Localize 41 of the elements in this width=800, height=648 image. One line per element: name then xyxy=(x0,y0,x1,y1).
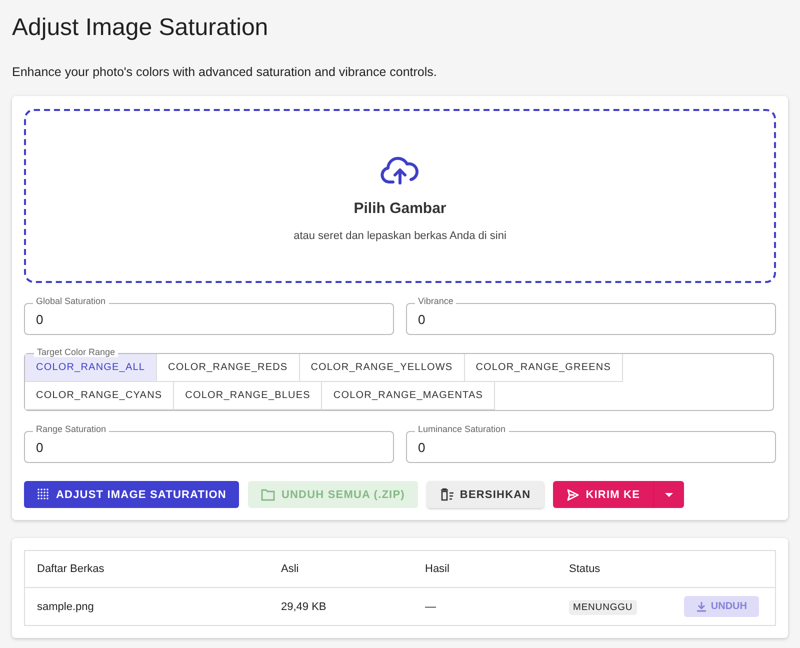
send-icon xyxy=(566,488,580,502)
download-icon xyxy=(696,601,707,612)
grid-icon xyxy=(37,488,50,501)
upload-dropzone[interactable]: Pilih Gambar atau seret dan lepaskan berkas Anda di sini xyxy=(24,109,776,283)
adjust-button[interactable]: ADJUST IMAGE SATURATION xyxy=(24,481,240,508)
size-cell: 29,49 KB xyxy=(269,588,413,626)
file-name-cell: sample.png xyxy=(24,588,269,626)
clear-button[interactable]: BERSIHKAN xyxy=(426,481,544,508)
cloud-upload-icon xyxy=(380,156,420,186)
field-value: 0 xyxy=(418,312,764,326)
field-label: Luminance Saturation xyxy=(415,424,509,434)
field-label: Vibrance xyxy=(415,296,456,306)
field-label: Range Saturation xyxy=(33,424,110,434)
range-toggle[interactable]: COLOR_RANGE_GREENS xyxy=(464,354,623,382)
range-toggle[interactable]: COLOR_RANGE_BLUES xyxy=(174,382,322,410)
dropzone-title: Pilih Gambar xyxy=(354,200,446,217)
page-description: Enhance your photo's colors with advanced saturation and vibrance controls. xyxy=(12,65,438,79)
dropzone-hint: atau seret dan lepaskan berkas Anda di sini xyxy=(294,230,506,242)
range-toggle[interactable]: COLOR_RANGE_CYANS xyxy=(25,382,174,410)
page-title: Adjust Image Saturation xyxy=(12,14,270,42)
result-cell: — xyxy=(413,588,557,626)
field-label: Target Color Range xyxy=(34,347,118,357)
field-value: 0 xyxy=(36,440,382,454)
column-header: Hasil xyxy=(413,550,557,588)
status-badge: MENUNGGU xyxy=(569,600,637,614)
trash-icon xyxy=(440,488,454,501)
field-label: Global Saturation xyxy=(33,296,109,306)
field-value: 0 xyxy=(418,440,764,454)
send-button[interactable]: KIRIM KE xyxy=(552,481,654,508)
caret-icon xyxy=(664,492,674,498)
folder-icon xyxy=(261,488,276,500)
column-header: Daftar Berkas xyxy=(24,550,269,588)
dropdown-button[interactable] xyxy=(653,481,684,508)
range-toggle[interactable]: COLOR_RANGE_YELLOWS xyxy=(300,354,465,382)
column-header: Status xyxy=(557,550,660,588)
number-field[interactable]: 0 xyxy=(24,303,394,335)
range-toggle[interactable]: COLOR_RANGE_REDS xyxy=(157,354,300,382)
number-field[interactable]: 0 xyxy=(406,303,776,335)
field-value: 0 xyxy=(36,312,382,326)
range-toggle[interactable]: COLOR_RANGE_MAGENTAS xyxy=(322,382,496,410)
column-header: Asli xyxy=(269,550,413,588)
